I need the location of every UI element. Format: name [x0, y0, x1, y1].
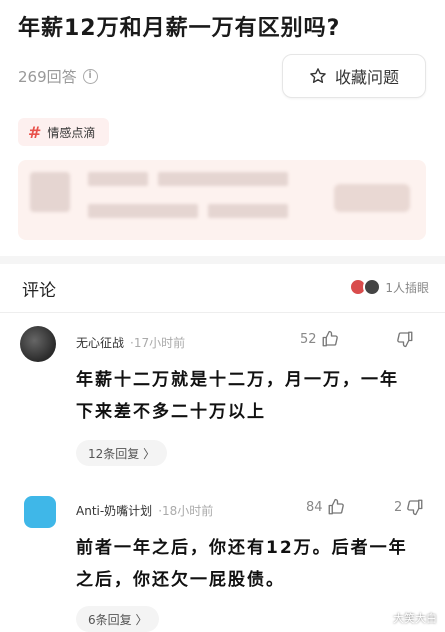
thumbs-up-icon [322, 330, 338, 347]
comment-author[interactable]: Anti-奶嘴计划 ·18小时前 [76, 502, 213, 519]
blurred-content [158, 172, 288, 186]
blurred-content [334, 184, 410, 212]
likers-summary[interactable]: 1人插眼 [349, 278, 429, 296]
hash-icon: # [28, 122, 42, 142]
username: 无心征战 [76, 336, 125, 350]
thumbs-down-icon [407, 499, 423, 516]
thumbs-up-icon [328, 498, 344, 515]
comment-author[interactable]: 无心征战 ·17小时前 [76, 334, 185, 351]
like-count: 84 [306, 499, 323, 515]
comment-time: ·18小时前 [158, 504, 214, 518]
comment-time-value: 17小时前 [133, 336, 186, 350]
blurred-content [88, 172, 148, 186]
comment-item: 无心征战 ·17小时前 52 年薪十二万就是十二万，月一万，一年下来差不多二十万以… [0, 322, 445, 472]
blurred-content [30, 172, 70, 212]
view-replies-button[interactable]: 12条回复 〉 [76, 440, 168, 466]
liker-avatar [363, 278, 382, 296]
blurred-answer-card[interactable] [18, 160, 426, 240]
comments-heading: 评论 [22, 281, 56, 301]
avatar[interactable] [20, 326, 56, 362]
avatar[interactable] [24, 496, 56, 528]
comment-text: 年薪十二万就是十二万，月一万，一年下来差不多二十万以上 [76, 370, 399, 422]
dislike-button[interactable]: 2 [394, 498, 424, 516]
comment-item: Anti-奶嘴计划 ·18小时前 84 2 前者一年之后，你还有12万。后者一年之… [0, 490, 445, 632]
answer-count: 269回答 i [18, 66, 98, 87]
like-button[interactable]: 84 [306, 498, 345, 516]
topic-tag-label: 情感点滴 [47, 125, 96, 140]
collect-question-button[interactable]: 收藏问题 [282, 54, 426, 98]
thumbs-down-icon [397, 331, 413, 348]
dislike-button[interactable] [392, 330, 414, 348]
star-icon [310, 68, 326, 83]
section-divider [0, 256, 445, 264]
topic-tag[interactable]: # 情感点滴 [18, 118, 110, 146]
comment-time: ·17小时前 [130, 336, 186, 350]
blurred-content [208, 204, 288, 218]
dislike-count: 2 [394, 499, 403, 515]
comment-time-value: 18小时前 [162, 504, 214, 518]
view-replies-button[interactable]: 6条回复 〉 [76, 606, 160, 632]
blurred-content [88, 204, 198, 218]
likers-label: 1人插眼 [385, 280, 429, 295]
comment-text: 前者一年之后，你还有12万。后者一年之后，你还欠一屁股债。 [76, 538, 408, 590]
question-title: 年薪12万和月薪一万有区别吗? [18, 16, 341, 41]
info-icon[interactable]: i [82, 69, 98, 84]
answer-count-label: 269回答 [18, 68, 77, 86]
divider [0, 312, 445, 313]
like-button[interactable]: 52 [300, 330, 339, 348]
collect-question-label: 收藏问题 [334, 68, 399, 87]
like-count: 52 [300, 331, 317, 347]
watermark: 大笑大白 [393, 612, 437, 625]
username: Anti-奶嘴计划 [76, 504, 153, 518]
